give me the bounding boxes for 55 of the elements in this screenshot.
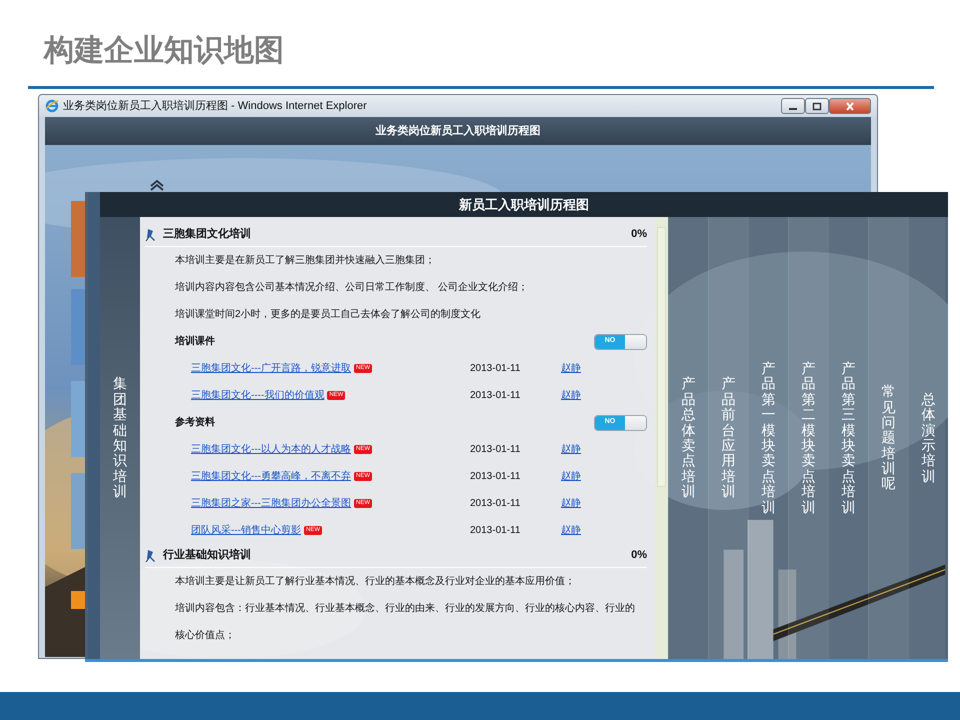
description-text: 培训内容包含：行业基本情况、行业基本概念、行业的由来、行业的发展方向、行业的核心内容、行业的核心价值点； <box>174 602 636 643</box>
group-title: 培训课件 <box>175 334 215 349</box>
date-text: 2013-01-11 <box>470 470 520 484</box>
course-link[interactable]: 三胞集团文化---广开言路，锐意进取 <box>191 361 351 376</box>
side-tab[interactable]: 产品第二模块卖点培训 <box>788 217 828 659</box>
date-text: 2013-01-11 <box>470 362 520 376</box>
description-text: 培训内容内容包含公司基本情况介绍、公司日常工作制度、 公司企业文化介绍； <box>174 280 529 295</box>
author-link[interactable]: 赵静 <box>561 523 581 538</box>
author-link[interactable]: 赵静 <box>561 361 581 376</box>
window-title: 业务类岗位新员工入职培训历程图 - Windows Internet Explorer <box>63 98 367 114</box>
date-text: 2013-01-11 <box>470 443 520 457</box>
browser-icon <box>45 99 59 113</box>
slide-title: 构建企业知识地图 <box>42 33 285 69</box>
course-link[interactable]: 三胞集团之家---三胞集团办公全景图 <box>191 496 351 511</box>
page-header: 业务类岗位新员工入职培训历程图 <box>45 117 871 145</box>
menu-tile[interactable] <box>71 473 85 549</box>
author-link[interactable]: 赵静 <box>561 469 581 484</box>
progress-percent: 0% <box>631 227 647 242</box>
course-link[interactable]: 团队风采---销售中心剪影 <box>191 523 301 538</box>
menu-tile[interactable] <box>71 201 85 277</box>
menu-tile[interactable] <box>71 289 85 365</box>
minimize-button[interactable] <box>781 98 805 114</box>
course-link[interactable]: 三胞集团文化---以人为本的人才战略 <box>191 442 351 457</box>
side-tab[interactable]: 常见问题培训呢 <box>868 217 908 659</box>
section-title: 三胞集团文化培训 <box>163 226 251 242</box>
section-title: 行业基础知识培训 <box>163 548 251 564</box>
description-text: 培训课堂时间2小时，更多的是要员工自己去体会了解公司的制度文化 <box>174 308 482 322</box>
menu-tile[interactable] <box>71 381 85 457</box>
side-tab[interactable]: 产品前台应用培训 <box>708 217 748 659</box>
menu-tile[interactable] <box>71 591 85 609</box>
group-title: 参考资料 <box>175 416 215 430</box>
description-text: 本培训主要是让新员工了解行业基本情况、行业的基本概念及行业对企业的基本应用价值； <box>174 574 576 589</box>
minimize-icon <box>789 108 797 110</box>
progress-percent: 0% <box>631 548 647 564</box>
description-text: 本培训主要是在新员工了解三胞集团并快速融入三胞集团； <box>174 254 436 268</box>
chevron-up-icon[interactable] <box>150 179 164 191</box>
date-text: 2013-01-11 <box>470 497 520 511</box>
author-link[interactable]: 赵静 <box>561 442 581 457</box>
side-tab[interactable]: 总体演示培训 <box>908 217 948 659</box>
category-heading[interactable]: 集团基础知识培训 <box>100 217 140 659</box>
course-link[interactable]: 三胞集团文化----我们的价值观 <box>191 388 324 403</box>
maximize-icon <box>812 102 822 110</box>
date-text: 2013-01-11 <box>470 389 520 403</box>
author-link[interactable]: 赵静 <box>561 496 581 511</box>
close-button[interactable] <box>829 98 871 114</box>
panel-title: 新员工入职培训历程图 <box>100 192 948 217</box>
maximize-button[interactable] <box>805 98 829 114</box>
close-icon <box>845 102 855 110</box>
author-link[interactable]: 赵静 <box>561 388 581 403</box>
course-link[interactable]: 三胞集团文化---勇攀高峰，不离不弃 <box>191 469 351 484</box>
side-tab[interactable]: 产品第一模块卖点培训 <box>748 217 788 659</box>
date-text: 2013-01-11 <box>470 524 520 538</box>
side-tab[interactable]: 产品总体卖点培训 <box>668 217 708 659</box>
side-tab[interactable]: 产品第三模块卖点培训 <box>828 217 868 659</box>
scrollbar[interactable] <box>655 217 668 659</box>
